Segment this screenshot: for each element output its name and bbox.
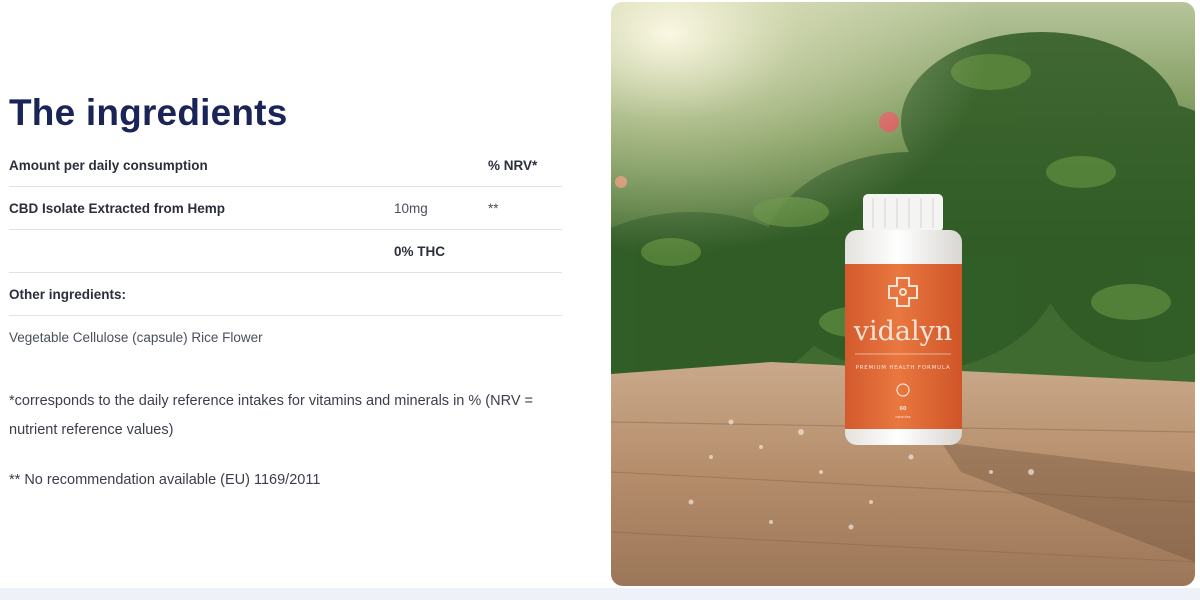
capsule-count-label: capsules — [895, 415, 910, 419]
brand-subtitle: PREMIUM HEALTH FORMULA — [855, 365, 950, 371]
eu-footnote: ** No recommendation available (EU) 1169… — [9, 472, 321, 488]
product-bottle: vidalyn PREMIUM HEALTH FORMULA 60 capsul… — [845, 194, 962, 445]
table-row: 0% THC — [9, 230, 562, 273]
capsule-count: 60 — [900, 406, 907, 412]
nrv-footnote: *corresponds to the daily reference inta… — [9, 393, 533, 438]
section-title: The ingredients — [9, 92, 288, 133]
other-ingredients-value-row: Vegetable Cellulose (capsule) Rice Flowe… — [9, 316, 562, 358]
ingredient-name: CBD Isolate Extracted from Hemp — [9, 201, 226, 216]
ingredients-column: The ingredients Amount per daily consump… — [0, 0, 600, 588]
nrv-header: % NRV* — [488, 158, 538, 173]
ingredient-amount: 10mg — [394, 201, 428, 216]
table-row: CBD Isolate Extracted from Hemp 10mg ** — [9, 187, 562, 230]
ingredient-nrv: ** — [488, 201, 499, 216]
bottle-cap — [863, 194, 943, 232]
other-ingredients-row: Other ingredients: — [9, 273, 562, 316]
other-ingredients-value: Vegetable Cellulose (capsule) Rice Flowe… — [9, 330, 263, 345]
table-header-row: Amount per daily consumption % NRV* — [9, 144, 562, 187]
ingredients-section: The ingredients Amount per daily consump… — [0, 0, 1200, 588]
amount-header: Amount per daily consumption — [9, 158, 208, 173]
other-ingredients-header: Other ingredients: — [9, 287, 127, 302]
brand-name: vidalyn — [853, 316, 953, 347]
thc-amount: 0% THC — [394, 244, 446, 259]
product-photo: vidalyn PREMIUM HEALTH FORMULA 60 capsul… — [611, 2, 1195, 586]
